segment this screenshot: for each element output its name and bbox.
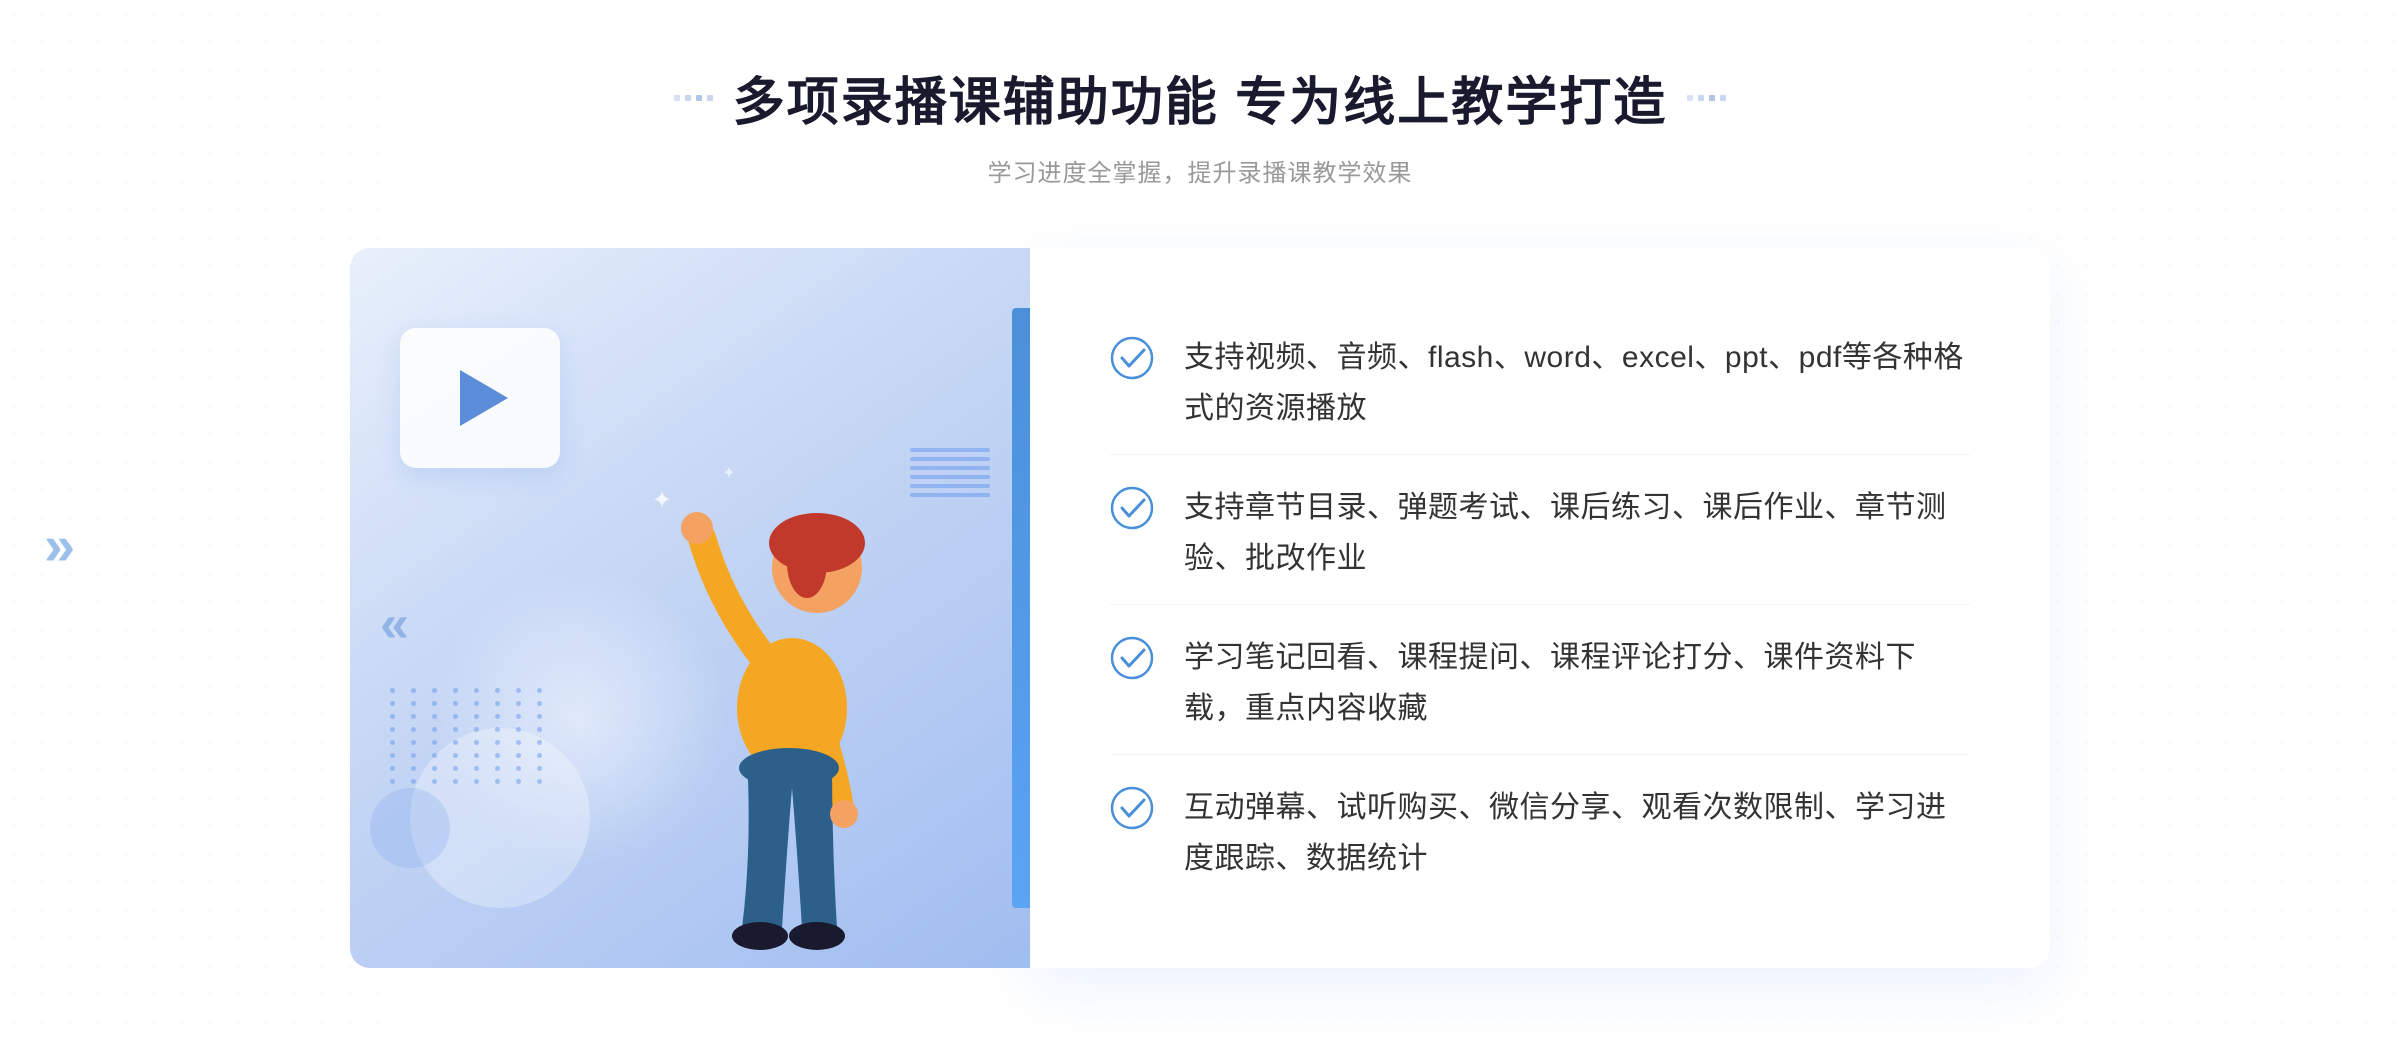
title-row: 多项录播课辅助功能 专为线上教学打造 [674, 60, 1726, 135]
feature-item-1: 支持视频、音频、flash、word、excel、ppt、pdf等各种格式的资源… [1110, 312, 1970, 455]
dot-3 [696, 95, 702, 101]
person-illustration: ✦ ✦ [622, 388, 962, 968]
dot-2 [685, 95, 691, 101]
right-decorator [1687, 95, 1726, 101]
content-wrapper: 多项录播课辅助功能 专为线上教学打造 学习进度全掌握，提升录播课教学效果 [0, 60, 2400, 968]
page-title: 多项录播课辅助功能 专为线上教学打造 [733, 60, 1667, 135]
svg-text:✦: ✦ [652, 487, 672, 514]
check-icon-2 [1110, 486, 1154, 530]
dots-grid [390, 688, 550, 784]
dot-4 [707, 95, 713, 101]
check-icon-4 [1110, 786, 1154, 830]
page-subtitle: 学习进度全掌握，提升录播课教学效果 [674, 153, 1726, 188]
feature-text-2: 支持章节目录、弹题考试、课后练习、课后作业、章节测验、批改作业 [1184, 482, 1970, 584]
play-icon [460, 370, 508, 426]
chevron-left-icon: « [380, 594, 409, 654]
feature-item-3: 学习笔记回看、课程提问、课程评论打分、课件资料下载，重点内容收藏 [1110, 612, 1970, 755]
features-panel: 支持视频、音频、flash、word、excel、ppt、pdf等各种格式的资源… [1030, 248, 2050, 968]
left-decorator [674, 95, 713, 101]
feature-text-4: 互动弹幕、试听购买、微信分享、观看次数限制、学习进度跟踪、数据统计 [1184, 782, 1970, 884]
dot-7 [1709, 95, 1715, 101]
blue-bar [1012, 308, 1030, 908]
video-bubble [400, 328, 560, 468]
dot-8 [1720, 95, 1726, 101]
feature-text-3: 学习笔记回看、课程提问、课程评论打分、课件资料下载，重点内容收藏 [1184, 632, 1970, 734]
illustration-panel: ✦ ✦ « [350, 248, 1030, 968]
feature-item-2: 支持章节目录、弹题考试、课后练习、课后作业、章节测验、批改作业 [1110, 462, 1970, 605]
feature-item-4: 互动弹幕、试听购买、微信分享、观看次数限制、学习进度跟踪、数据统计 [1110, 762, 1970, 904]
check-icon-3 [1110, 636, 1154, 680]
dots-decoration [390, 688, 550, 888]
header-section: 多项录播课辅助功能 专为线上教学打造 学习进度全掌握，提升录播课教学效果 [674, 60, 1726, 188]
main-content: ✦ ✦ « 支 [350, 248, 2050, 968]
dot-6 [1698, 95, 1704, 101]
check-icon-1 [1110, 336, 1154, 380]
dot-5 [1687, 95, 1693, 101]
page-left-chevron-icon: » [44, 512, 75, 577]
feature-text-1: 支持视频、音频、flash、word、excel、ppt、pdf等各种格式的资源… [1184, 332, 1970, 434]
page-container: 多项录播课辅助功能 专为线上教学打造 学习进度全掌握，提升录播课教学效果 [0, 0, 2400, 1048]
svg-text:✦: ✦ [722, 465, 735, 482]
dot-1 [674, 95, 680, 101]
